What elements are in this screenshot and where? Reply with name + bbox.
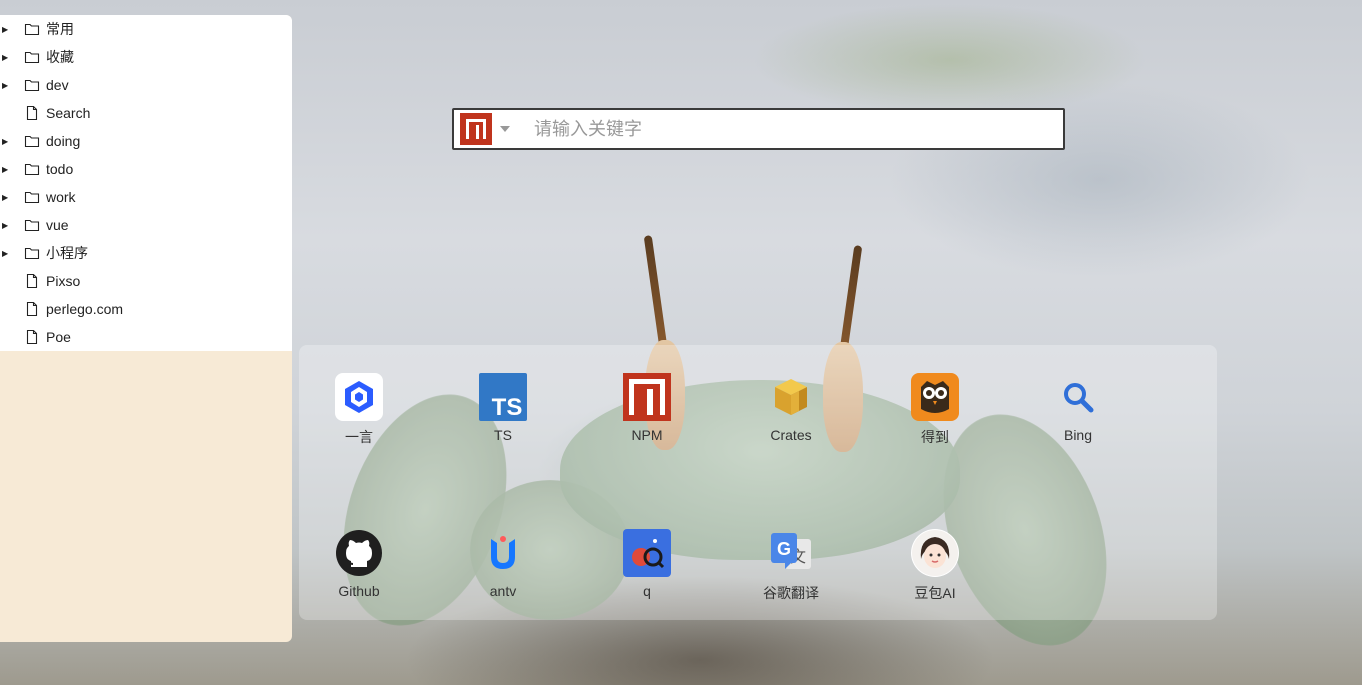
- bookmark-label: 常用: [46, 21, 74, 37]
- dedao-owl-icon: [911, 373, 959, 421]
- shortcut-label: 一言: [345, 429, 373, 445]
- folder-icon: [24, 247, 40, 260]
- expand-caret-icon[interactable]: ▶: [2, 165, 12, 174]
- shortcuts-panel: 一言 TS TS NPM Crates 得到 Bing Github antv …: [299, 345, 1217, 620]
- bookmark-sidebar: ▶ 常用 ▶ 收藏 ▶ dev ▶ Search ▶ doing ▶ todo: [0, 15, 292, 642]
- folder-icon: [24, 135, 40, 148]
- bookmark-label: Search: [46, 105, 91, 121]
- bookmark-tree: ▶ 常用 ▶ 收藏 ▶ dev ▶ Search ▶ doing ▶ todo: [0, 15, 292, 351]
- search-bar: [452, 108, 1065, 150]
- bookmark-folder-vue[interactable]: ▶ vue: [0, 211, 292, 239]
- file-icon: [26, 329, 38, 345]
- q-icon: [623, 529, 671, 577]
- bookmark-link-search[interactable]: ▶ Search: [0, 99, 292, 127]
- bookmark-folder-todo[interactable]: ▶ todo: [0, 155, 292, 183]
- shortcut-label: 谷歌翻译: [763, 585, 819, 601]
- shortcut-crates[interactable]: Crates: [741, 373, 841, 443]
- bookmark-label: 收藏: [46, 49, 74, 65]
- shortcut-q[interactable]: q: [597, 529, 697, 599]
- shortcut-label: antv: [489, 583, 517, 599]
- bookmark-folder-changyong[interactable]: ▶ 常用: [0, 15, 292, 43]
- shortcut-label: 豆包AI: [914, 585, 956, 601]
- shortcut-label: Bing: [1063, 427, 1093, 443]
- folder-icon: [24, 51, 40, 64]
- typescript-icon: TS: [479, 373, 527, 421]
- svg-text:TS: TS: [492, 394, 523, 421]
- google-translate-icon: 文 G: [767, 529, 815, 577]
- bookmark-link-perlego[interactable]: ▶ perlego.com: [0, 295, 292, 323]
- shortcut-yiyan[interactable]: 一言: [309, 373, 409, 447]
- svg-text:G: G: [777, 539, 791, 559]
- file-icon: [26, 301, 38, 317]
- doubao-avatar-icon: [911, 529, 959, 577]
- shortcut-ts[interactable]: TS TS: [453, 373, 553, 443]
- npm-logo-icon: [466, 119, 486, 139]
- bookmark-folder-work[interactable]: ▶ work: [0, 183, 292, 211]
- github-icon: [335, 529, 383, 577]
- shortcut-doubao[interactable]: 豆包AI: [885, 529, 985, 603]
- shortcut-dedao[interactable]: 得到: [885, 373, 985, 447]
- bookmark-folder-doing[interactable]: ▶ doing: [0, 127, 292, 155]
- shortcut-label: Crates: [770, 427, 812, 443]
- bookmark-link-poe[interactable]: ▶ Poe: [0, 323, 292, 351]
- antv-icon: [479, 529, 527, 577]
- expand-caret-icon[interactable]: ▶: [2, 81, 12, 90]
- bookmark-link-pixso[interactable]: ▶ Pixso: [0, 267, 292, 295]
- search-engine-selector[interactable]: [460, 113, 492, 145]
- shortcut-bing[interactable]: Bing: [1028, 373, 1128, 443]
- shortcut-label: q: [643, 583, 651, 599]
- bookmark-label: perlego.com: [46, 301, 124, 317]
- shortcut-npm[interactable]: NPM: [597, 373, 697, 443]
- bookmark-label: work: [46, 189, 76, 205]
- shortcut-label: TS: [494, 427, 512, 443]
- expand-caret-icon[interactable]: ▶: [2, 249, 12, 258]
- expand-caret-icon[interactable]: ▶: [2, 25, 12, 34]
- bookmark-label: 小程序: [46, 245, 88, 261]
- shortcut-github[interactable]: Github: [309, 529, 409, 599]
- expand-caret-icon[interactable]: ▶: [2, 53, 12, 62]
- yiyan-cube-icon: [335, 373, 383, 421]
- bookmark-label: vue: [46, 217, 69, 233]
- bookmark-folder-xiaochengxu[interactable]: ▶ 小程序: [0, 239, 292, 267]
- expand-caret-icon[interactable]: ▶: [2, 221, 12, 230]
- shortcut-google-translate[interactable]: 文 G 谷歌翻译: [741, 529, 841, 603]
- shortcut-label: 得到: [921, 429, 949, 445]
- shortcut-label: NPM: [631, 427, 663, 443]
- bookmark-folder-dev[interactable]: ▶ dev: [0, 71, 292, 99]
- bookmark-label: Pixso: [46, 273, 81, 289]
- folder-icon: [24, 219, 40, 232]
- folder-icon: [24, 79, 40, 92]
- file-icon: [26, 273, 38, 289]
- shortcut-label: Github: [338, 583, 380, 599]
- folder-icon: [24, 163, 40, 176]
- crates-icon: [767, 373, 815, 421]
- search-input[interactable]: [532, 117, 1063, 141]
- file-icon: [26, 105, 38, 121]
- folder-icon: [24, 191, 40, 204]
- bookmark-label: Poe: [46, 329, 71, 345]
- engine-dropdown-caret-icon[interactable]: [500, 126, 510, 132]
- bookmark-label: dev: [46, 77, 69, 93]
- shortcut-antv[interactable]: antv: [453, 529, 553, 599]
- expand-caret-icon[interactable]: ▶: [2, 137, 12, 146]
- folder-icon: [24, 23, 40, 36]
- expand-caret-icon[interactable]: ▶: [2, 193, 12, 202]
- npm-icon: [623, 373, 671, 421]
- magnifier-icon: [1054, 373, 1102, 421]
- bookmark-folder-shoucang[interactable]: ▶ 收藏: [0, 43, 292, 71]
- bookmark-label: doing: [46, 133, 81, 149]
- bookmark-label: todo: [46, 161, 74, 177]
